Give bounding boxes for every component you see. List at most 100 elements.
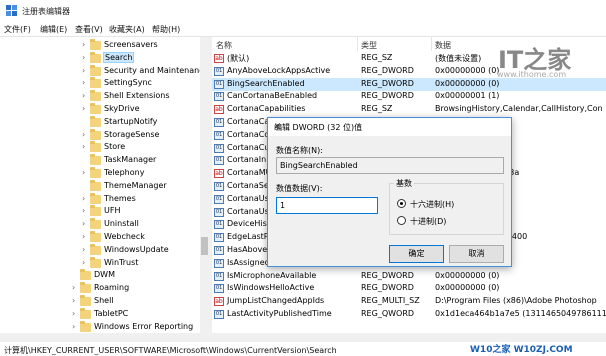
value-name: JumpListChangedAppIds [227, 296, 325, 306]
tree-scrollbar[interactable] [200, 37, 209, 333]
column-separator[interactable] [431, 37, 432, 51]
tree-item[interactable]: StartupNotify [0, 115, 200, 130]
status-path: 计算机\HKEY_CURRENT_USER\SOFTWARE\Microsoft… [4, 346, 337, 355]
dialog-title-bar[interactable]: 编辑 DWORD (32 位)值 ✕ [268, 118, 511, 136]
tree-item[interactable]: › Security and Maintenance [0, 64, 209, 79]
chevron-right-icon[interactable]: › [82, 258, 90, 267]
value-type: REG_SZ [361, 104, 393, 114]
tree-item[interactable]: › Search [0, 51, 200, 66]
tree-item[interactable]: › UFH [0, 205, 200, 219]
chevron-right-icon[interactable]: › [82, 194, 90, 203]
chevron-right-icon[interactable]: › [82, 206, 90, 215]
chevron-right-icon[interactable]: › [82, 104, 90, 113]
value-name: CortanaCapabilities [227, 104, 306, 114]
ok-button[interactable]: 确定 [389, 245, 444, 263]
tree-item[interactable]: DWM [0, 269, 200, 283]
tree-item-label: Windows Error Reporting [94, 321, 194, 331]
binary-value-icon: 01 [214, 143, 224, 153]
tree-item-label: Shell Extensions [104, 91, 170, 101]
tree-item[interactable]: › Windows Error Reporting [0, 320, 200, 333]
column-data[interactable]: 数据 [435, 40, 451, 51]
folder-icon [90, 77, 101, 89]
column-type[interactable]: 类型 [361, 40, 377, 51]
chevron-right-icon[interactable]: › [72, 322, 80, 331]
tree-item[interactable]: › SkyDrive [0, 103, 200, 117]
value-name-field[interactable]: BingSearchEnabled [276, 157, 504, 174]
tree-item[interactable]: › Shell [0, 295, 200, 309]
tree-item[interactable]: › StorageSense [0, 128, 200, 143]
tree-item[interactable]: › Roaming [0, 282, 200, 296]
binary-value-icon: 01 [214, 310, 224, 319]
chevron-right-icon[interactable]: › [82, 91, 90, 100]
folder-icon [80, 295, 91, 306]
folder-icon [80, 320, 91, 332]
tree-item[interactable]: TaskManager [0, 154, 200, 168]
key-tree[interactable]: › Screensavers › Search › Security and Mainte… [0, 37, 209, 333]
tree-item-label: Themes [104, 193, 136, 203]
column-name[interactable]: 名称 [216, 40, 232, 51]
value-row[interactable]: ab JumpListChangedAppIds REG_MULTI_SZ D:\Pr… [212, 295, 606, 308]
chevron-right-icon[interactable]: › [72, 309, 80, 318]
tree-item[interactable]: › Themes [0, 192, 200, 207]
chevron-right-icon[interactable]: › [82, 130, 90, 139]
chevron-right-icon[interactable]: › [82, 168, 90, 177]
value-row[interactable]: 01 LastActivityPublishedTime REG_QWORD 0x1d… [212, 308, 606, 321]
decimal-radio[interactable] [397, 216, 406, 225]
binary-value-icon: 01 [214, 207, 224, 217]
tree-item[interactable]: › Store [0, 141, 200, 155]
chevron-right-icon[interactable]: › [72, 283, 80, 292]
binary-value-icon: 01 [214, 220, 224, 230]
value-data: 0x1d1eca464b1a7e5 (1311465049786111 [435, 309, 606, 318]
horizontal-scrollbar[interactable] [0, 333, 606, 342]
cancel-button[interactable]: 取消 [449, 245, 504, 263]
folder-icon [90, 115, 101, 127]
decimal-radio-label[interactable]: 十进制(D) [410, 216, 446, 227]
w10zj-watermark: W10之家 W10ZJ.COM [470, 345, 573, 355]
tree-item-label: Telephony [104, 168, 145, 177]
tree-item[interactable]: › Screensavers [0, 39, 200, 53]
value-row[interactable]: 01 BingSearchEnabled REG_DWORD 0x00000000 (… [212, 77, 606, 91]
tree-item[interactable]: › WinTrust [0, 256, 200, 271]
tree-item[interactable]: ThemeManager [0, 179, 200, 194]
chevron-right-icon[interactable]: › [82, 142, 90, 151]
value-row[interactable]: 01 IsWindowsHelloActive REG_DWORD 0x0000000… [212, 282, 606, 295]
tree-item[interactable]: › Telephony [0, 167, 200, 181]
value-data: 0x00000000 (0) [435, 65, 500, 75]
tree-item[interactable]: › SettingSync [0, 77, 200, 91]
chevron-right-icon[interactable]: › [82, 53, 90, 62]
tree-item-label: Roaming [94, 283, 130, 293]
chevron-right-icon[interactable]: › [82, 40, 90, 49]
value-name: IsWindowsHelloActive [227, 283, 315, 293]
menu-view[interactable]: 查看(V) [75, 24, 103, 35]
chevron-right-icon[interactable]: › [82, 245, 90, 254]
chevron-right-icon[interactable]: › [82, 219, 90, 228]
tree-item-label: Webcheck [104, 232, 145, 241]
chevron-right-icon[interactable]: › [82, 78, 90, 87]
folder-icon [90, 64, 101, 76]
column-separator[interactable] [357, 37, 358, 51]
chevron-right-icon[interactable]: › [82, 66, 90, 75]
value-type: REG_DWORD [361, 270, 414, 280]
tree-item[interactable]: › Uninstall [0, 218, 200, 232]
value-row[interactable]: ab CortanaCapabilities REG_SZ BrowsingHisto… [212, 103, 606, 116]
menu-help[interactable]: 帮助(H) [152, 24, 180, 35]
value-row[interactable]: 01 CanCortanaBeEnabled REG_DWORD 0x00000001… [212, 90, 606, 103]
tree-item[interactable]: › Shell Extensions [0, 90, 200, 104]
tree-item-label: WindowsUpdate [104, 244, 169, 254]
hex-radio-label[interactable]: 十六进制(H) [410, 199, 454, 210]
value-row[interactable]: 01 IsMicrophoneAvailable REG_DWORD 0x000000… [212, 270, 606, 283]
tree-item[interactable]: › WindowsUpdate [0, 243, 200, 258]
value-data-field[interactable]: 1 [276, 197, 378, 214]
menu-edit[interactable]: 编辑(E) [40, 24, 67, 35]
value-type: REG_DWORD [361, 78, 414, 88]
hex-radio[interactable] [397, 199, 406, 208]
menu-file[interactable]: 文件(F) [4, 24, 31, 35]
chevron-right-icon[interactable]: › [72, 296, 80, 305]
tree-item[interactable]: › Webcheck [0, 231, 200, 245]
chevron-right-icon[interactable]: › [82, 232, 90, 241]
close-icon[interactable]: ✕ [274, 122, 505, 131]
menu-favorites[interactable]: 收藏夹(A) [109, 24, 145, 35]
tree-item[interactable]: › TabletPC [0, 307, 200, 322]
tree-scrollbar-thumb[interactable] [201, 237, 208, 255]
tree-item-label: DWM [94, 270, 115, 280]
